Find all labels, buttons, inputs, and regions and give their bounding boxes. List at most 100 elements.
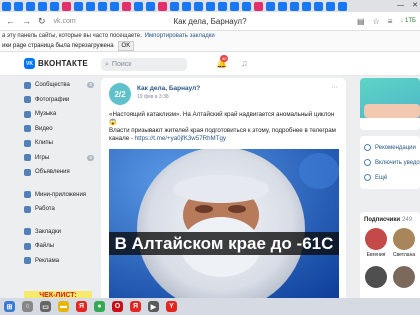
yandex-icon[interactable]: Я	[76, 301, 87, 312]
window-controls[interactable]: — ✕	[397, 0, 418, 12]
explorer-icon[interactable]: ▬	[58, 301, 69, 312]
vk-header: VK ВКОНТАКТЕ ⌕ Поиск 🔔 40 ♫	[0, 52, 420, 76]
downloads-indicator[interactable]: ↓ 1ТБ	[400, 18, 416, 24]
reload-icon[interactable]: ↻	[38, 16, 46, 27]
browser-tab[interactable]	[290, 1, 299, 11]
vk-logo[interactable]: VK ВКОНТАКТЕ	[24, 58, 88, 69]
browser-tab[interactable]	[146, 1, 155, 11]
browser-tab-strip[interactable]: — ✕	[0, 0, 420, 12]
sidebar-item[interactable]: Работа	[24, 202, 98, 217]
group-menu-item[interactable]: Включить уведо	[360, 155, 420, 170]
group-actions-menu: Рекомендации Включить уведо Ещё	[360, 136, 420, 189]
subscriber[interactable]: Евгения	[364, 228, 388, 258]
windows-icon[interactable]: ⊞	[4, 301, 15, 312]
browser-tab[interactable]	[50, 1, 59, 11]
forward-icon[interactable]: →	[22, 16, 31, 27]
sidebar-item-label: Игры	[35, 154, 50, 161]
right-cover-widget[interactable]	[360, 78, 420, 130]
sidebar-item[interactable]: Игры 6	[24, 151, 98, 166]
browser-tab[interactable]	[206, 1, 215, 11]
opera-icon[interactable]: O	[112, 301, 123, 312]
browser-tab[interactable]	[14, 1, 23, 11]
cover-image-detail	[364, 104, 420, 118]
music-note-icon[interactable]: ♫	[241, 58, 248, 68]
mini-apps-icon	[24, 191, 31, 199]
browser-tab[interactable]	[302, 1, 311, 11]
vk-logo-text: ВКОНТАКТЕ	[38, 59, 88, 68]
browser-tab[interactable]	[242, 1, 251, 11]
browser-tab[interactable]	[62, 1, 71, 11]
post-author-avatar[interactable]: 2/2	[109, 83, 131, 105]
sidebar-item[interactable]: Фотографии	[24, 93, 98, 108]
search-input[interactable]: ⌕ Поиск	[101, 58, 187, 71]
subscriber[interactable]: Светлана	[392, 228, 416, 258]
media-icon[interactable]: ▶	[148, 301, 159, 312]
sidebar-item-label: Фотографии	[35, 96, 70, 103]
post-author-name[interactable]: Как дела, Барнаул?	[137, 85, 200, 92]
chrome-icon[interactable]: ●	[94, 301, 105, 312]
menu-icon[interactable]: ≡	[388, 17, 393, 26]
browser-tab[interactable]	[38, 1, 47, 11]
sidebar-item[interactable]: Реклама	[24, 254, 98, 269]
browser-tab[interactable]	[254, 1, 263, 11]
post-more-button[interactable]: ···	[331, 84, 338, 91]
browser-tab[interactable]	[230, 1, 239, 11]
yandex-browser-icon[interactable]: Y	[166, 301, 177, 312]
minimize-button[interactable]: —	[397, 0, 404, 12]
browser-tab[interactable]	[158, 1, 167, 11]
sidebar-item[interactable]: Сообщества 8	[24, 78, 98, 93]
browser-tab[interactable]	[218, 1, 227, 11]
group-menu-item[interactable]: Рекомендации	[360, 140, 420, 155]
group-menu-item[interactable]: Ещё	[360, 170, 420, 185]
video-icon	[24, 125, 31, 133]
sidebar-item[interactable]: Файлы	[24, 239, 98, 254]
browser-tab[interactable]	[194, 1, 203, 11]
avatar	[393, 266, 415, 288]
browser-tab[interactable]	[182, 1, 191, 11]
post-text-headline: «Настоящий катаклизм». На Алтайский край…	[109, 111, 335, 126]
advertising-icon	[24, 257, 31, 265]
browser-tab[interactable]	[338, 1, 347, 11]
browser-tab[interactable]	[134, 1, 143, 11]
browser-tab[interactable]	[26, 1, 35, 11]
import-bookmarks-link[interactable]: Импортировать закладки	[145, 33, 215, 39]
search-icon[interactable]: ○	[22, 301, 33, 312]
browser-tab[interactable]	[2, 1, 11, 11]
reader-icon[interactable]: ▤	[357, 17, 365, 26]
yandex-icon[interactable]: Я	[130, 301, 141, 312]
subscribers-widget: Подписчики 249 Евгения Светлана	[360, 212, 420, 308]
sidebar-item[interactable]: Музыка	[24, 107, 98, 122]
bookmark-star-icon[interactable]: ☆	[373, 17, 380, 26]
back-icon[interactable]: ←	[6, 16, 15, 27]
sidebar-item[interactable]: Видео	[24, 122, 98, 137]
browser-tab[interactable]	[326, 1, 335, 11]
subscriber[interactable]	[364, 266, 388, 290]
browser-tab[interactable]	[266, 1, 275, 11]
group-menu-item-label: Рекомендации	[375, 144, 416, 151]
browser-tab[interactable]	[98, 1, 107, 11]
browser-tab[interactable]	[122, 1, 131, 11]
sidebar-item-label: Реклама	[35, 257, 60, 264]
sidebar-item[interactable]: Закладки	[24, 225, 98, 240]
sidebar-item[interactable]: Объявления	[24, 165, 98, 180]
browser-tab[interactable]	[74, 1, 83, 11]
browser-tab[interactable]	[278, 1, 287, 11]
sidebar-item-count: 6	[87, 154, 94, 161]
browser-tab[interactable]	[314, 1, 323, 11]
sidebar-item[interactable]: Мини-приложения	[24, 188, 98, 203]
browser-tab[interactable]	[170, 1, 179, 11]
browser-tab[interactable]	[86, 1, 95, 11]
group-menu-item-label: Включить уведо	[375, 159, 420, 166]
browser-tab[interactable]	[110, 1, 119, 11]
bookmarks-bar: а эту панель сайты, которые вы часто пос…	[0, 31, 420, 41]
url-field[interactable]: vk.com	[54, 18, 76, 25]
post-telegram-link[interactable]: https://t.me/+ya0jfK3w57RhMTgy	[135, 135, 226, 142]
taskview-icon[interactable]: ▭	[40, 301, 51, 312]
close-button[interactable]: ✕	[412, 0, 418, 12]
subscribers-header[interactable]: Подписчики 249	[364, 217, 412, 223]
sidebar-item[interactable]: Клипы	[24, 136, 98, 151]
subscriber[interactable]	[392, 266, 416, 290]
post-date[interactable]: 19 фев в 3:38	[137, 94, 169, 100]
notice-ok-button[interactable]: OK	[117, 41, 135, 51]
post-photo[interactable]: В Алтайском крае до -61С	[109, 149, 339, 307]
